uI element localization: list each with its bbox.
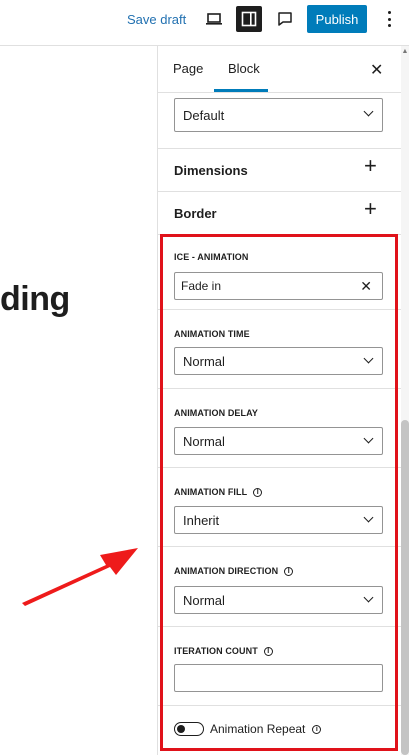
tab-block[interactable]: Block [228,61,260,76]
chevron-down-icon [363,106,374,117]
top-toolbar: Save draft Publish [0,0,409,46]
plus-icon[interactable]: + [364,155,377,177]
publish-button[interactable]: Publish [307,5,367,33]
active-tab-indicator [214,89,268,92]
desktop-preview-icon[interactable] [201,6,227,32]
canvas-heading-fragment[interactable]: ding [0,280,70,319]
annotation-arrow-icon [22,548,138,606]
annotation-highlight-box [160,234,398,751]
sidebar-scrollbar-thumb[interactable] [401,420,409,755]
style-select[interactable]: Default [174,98,383,132]
panel-dimensions[interactable]: Dimensions + [158,148,402,191]
sidebar-tabs: Page Block ✕ [158,46,402,93]
panel-title: Dimensions [174,163,248,178]
tab-page[interactable]: Page [173,61,203,76]
scroll-up-arrow-icon[interactable]: ▲ [401,48,409,55]
style-select-value: Default [183,107,225,123]
comment-icon[interactable] [272,6,298,32]
panel-border[interactable]: Border + [158,191,402,234]
save-draft-button[interactable]: Save draft [127,12,186,27]
sidebar-toggle-icon[interactable] [236,6,262,32]
more-options-icon[interactable] [382,9,396,29]
plus-icon[interactable]: + [364,198,377,220]
panel-title: Border [174,206,217,221]
close-icon[interactable]: ✕ [370,60,383,80]
